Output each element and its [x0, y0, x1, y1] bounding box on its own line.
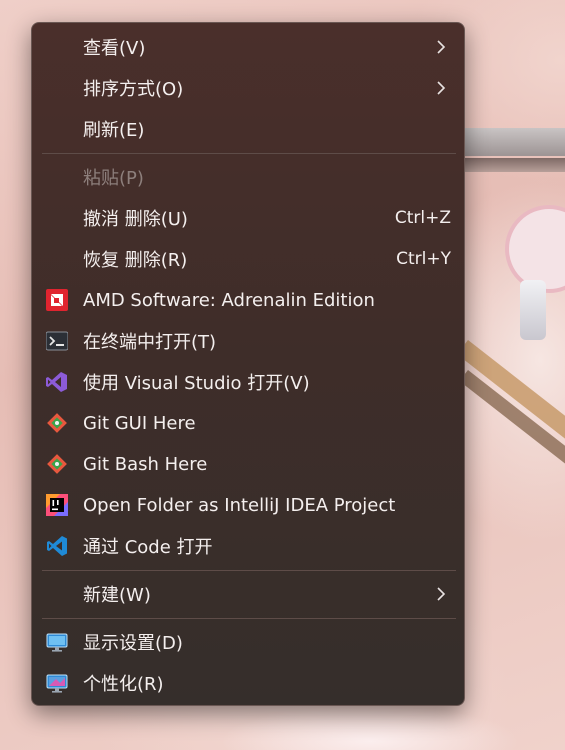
wallpaper-shape [220, 705, 520, 750]
menu-item-label: 显示设置(D) [83, 633, 183, 654]
menu-item-label: 查看(V) [83, 38, 146, 59]
git-gui-icon [47, 413, 67, 433]
menu-item-label: Git GUI Here [83, 412, 196, 434]
menu-item-label: 在终端中打开(T) [83, 332, 217, 353]
menu-item-view[interactable]: 查看(V) [38, 28, 458, 66]
menu-item-label: Open Folder as IntelliJ IDEA Project [83, 494, 396, 516]
menu-item-display-settings[interactable]: 显示设置(D) [38, 623, 458, 661]
menu-item-label: 排序方式(O) [83, 79, 184, 100]
menu-item-shortcut: Ctrl+Y [396, 249, 451, 269]
menu-item-label: 恢复 删除(R) [83, 250, 188, 271]
menu-item-personalize[interactable]: 个性化(R) [38, 664, 458, 702]
menu-item-open-with-code[interactable]: 通过 Code 打开 [38, 527, 458, 565]
wallpaper-shape [462, 128, 565, 156]
menu-item-label: 通过 Code 打开 [83, 537, 213, 558]
menu-item-label: Git Bash Here [83, 453, 208, 475]
menu-item-git-gui-here[interactable]: Git GUI Here [38, 404, 458, 442]
menu-item-open-in-terminal[interactable]: 在终端中打开(T) [38, 322, 458, 360]
menu-item-open-as-intellij-project[interactable]: Open Folder as IntelliJ IDEA Project [38, 486, 458, 524]
menu-item-label: AMD Software: Adrenalin Edition [83, 289, 375, 311]
chevron-right-icon [437, 587, 446, 601]
chevron-right-icon [437, 81, 446, 95]
menu-item-label: 粘贴(P) [83, 168, 144, 189]
menu-item-new[interactable]: 新建(W) [38, 575, 458, 613]
menu-item-redo-delete[interactable]: 恢复 删除(R) Ctrl+Y [38, 240, 458, 278]
menu-separator [42, 618, 456, 619]
wallpaper-shape [520, 280, 546, 340]
git-bash-icon [47, 454, 67, 474]
menu-separator [42, 153, 456, 154]
menu-item-label: 个性化(R) [83, 674, 164, 695]
menu-item-paste: 粘贴(P) [38, 158, 458, 196]
menu-item-undo-delete[interactable]: 撤消 删除(U) Ctrl+Z [38, 199, 458, 237]
menu-item-open-with-visual-studio[interactable]: 使用 Visual Studio 打开(V) [38, 363, 458, 401]
menu-item-refresh[interactable]: 刷新(E) [38, 110, 458, 148]
visual-studio-icon [46, 372, 67, 392]
menu-item-sort-by[interactable]: 排序方式(O) [38, 69, 458, 107]
menu-item-label: 撤消 删除(U) [83, 209, 188, 230]
menu-item-shortcut: Ctrl+Z [394, 208, 451, 228]
menu-item-label: 使用 Visual Studio 打开(V) [83, 373, 310, 394]
wallpaper-shape [462, 158, 565, 172]
menu-item-git-bash-here[interactable]: Git Bash Here [38, 445, 458, 483]
intellij-idea-icon [46, 494, 68, 516]
chevron-right-icon [437, 40, 446, 54]
menu-item-amd-software[interactable]: AMD Software: Adrenalin Edition [38, 281, 458, 319]
amd-logo-icon [46, 289, 68, 311]
vscode-icon [47, 536, 67, 556]
desktop-context-menu: 查看(V) 排序方式(O) 刷新(E) 粘贴(P) 撤消 删除(U) Ctrl+… [31, 22, 465, 706]
terminal-icon [46, 331, 68, 351]
menu-separator [42, 570, 456, 571]
menu-item-label: 新建(W) [83, 585, 151, 606]
display-settings-icon [46, 633, 68, 652]
menu-item-label: 刷新(E) [83, 120, 145, 141]
personalize-icon [46, 674, 68, 693]
